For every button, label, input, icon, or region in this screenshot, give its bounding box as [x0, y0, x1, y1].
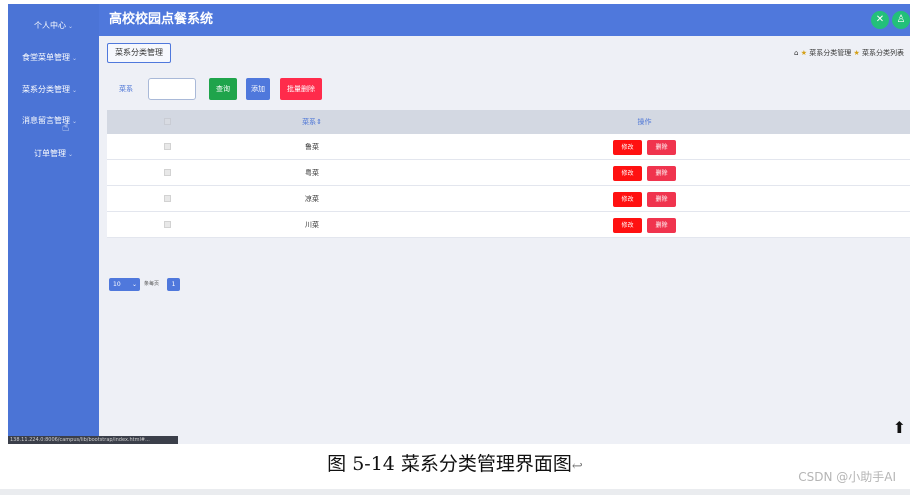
cuisine-name: 鲁菜: [305, 143, 319, 151]
sidebar-item-canteen-menu[interactable]: 食堂菜单管理 ⌄: [8, 50, 99, 66]
chevron-down-icon: ⌄: [67, 23, 74, 30]
return-mark: ↩: [571, 459, 583, 474]
column-header-cuisine[interactable]: 菜系⇕: [272, 110, 352, 134]
search-label: 菜系: [119, 85, 133, 93]
tab-cuisine-category[interactable]: 菜系分类管理: [107, 43, 171, 63]
select-all-checkbox[interactable]: [164, 118, 171, 125]
edit-button[interactable]: 修改: [613, 218, 642, 233]
chevron-down-icon: ⌄: [131, 281, 137, 288]
bottom-strip: [0, 489, 910, 495]
star-icon: ★: [800, 49, 808, 57]
app-title: 高校校园点餐系统: [109, 12, 214, 27]
sidebar-item-message[interactable]: 消息留言管理 ⌄: [8, 113, 99, 129]
page-1-button[interactable]: 1: [167, 278, 180, 291]
breadcrumb-item: 菜系分类列表: [862, 49, 904, 57]
caption-text: 图 5-14 菜系分类管理界面图: [327, 453, 572, 475]
delete-button[interactable]: 删除: [647, 192, 676, 207]
sidebar-item-personal-center[interactable]: 个人中心 ⌄: [8, 18, 99, 34]
batch-delete-button[interactable]: 批量删除: [280, 78, 322, 100]
app-window: 个人中心 ⌄ 食堂菜单管理 ⌄ 菜系分类管理 ⌄ 消息留言管理 ⌄ 订单管理 ⌄ ☝ 13…: [8, 4, 910, 444]
breadcrumb: ⌂ ★ 菜系分类管理 ★ 菜系分类列表: [794, 48, 904, 58]
table-header: 菜系⇕ 操作: [107, 110, 910, 134]
close-icon[interactable]: ✕: [871, 11, 889, 29]
star-icon: ★: [853, 49, 860, 57]
row-checkbox[interactable]: [164, 195, 171, 202]
figure-caption: 图 5-14 菜系分类管理界面图↩: [0, 452, 910, 479]
breadcrumb-item[interactable]: 菜系分类管理: [809, 49, 851, 57]
page-size-value: 10: [113, 281, 121, 288]
edit-button[interactable]: 修改: [613, 166, 642, 181]
sidebar-item-label: 订单管理: [33, 149, 66, 158]
user-icon[interactable]: ♙: [892, 11, 910, 29]
delete-button[interactable]: 删除: [647, 140, 676, 155]
sidebar-item-cuisine-category[interactable]: 菜系分类管理 ⌄: [8, 82, 99, 98]
table-row: 鲁菜 修改 删除: [107, 134, 910, 160]
sidebar-item-label: 菜系分类管理: [22, 85, 70, 94]
row-checkbox[interactable]: [164, 143, 171, 150]
page-size-select[interactable]: 10 ⌄: [109, 278, 140, 291]
row-checkbox[interactable]: [164, 169, 171, 176]
back-to-top-icon[interactable]: ⬆: [893, 420, 906, 436]
sidebar-item-orders[interactable]: 订单管理 ⌄: [8, 146, 99, 162]
edit-button[interactable]: 修改: [613, 192, 642, 207]
chevron-down-icon: ⌄: [72, 118, 78, 125]
delete-button[interactable]: 删除: [647, 218, 676, 233]
table-row: 凉菜 修改 删除: [107, 186, 910, 212]
column-header-label: 菜系: [302, 118, 317, 126]
sidebar: 个人中心 ⌄ 食堂菜单管理 ⌄ 菜系分类管理 ⌄ 消息留言管理 ⌄ 订单管理 ⌄ ☝ 13…: [8, 4, 178, 444]
query-button[interactable]: 查询: [209, 78, 237, 100]
sidebar-item-label: 食堂菜单管理: [22, 53, 70, 62]
per-page-label: 条每页: [144, 281, 160, 287]
search-input[interactable]: [148, 78, 196, 100]
hand-cursor-icon: ☝: [62, 120, 70, 134]
table-row: 粤菜 修改 删除: [107, 160, 910, 186]
main-content: 菜系分类管理 ⌂ ★ 菜系分类管理 ★ 菜系分类列表 菜系 查询 添加 批量删除…: [99, 36, 910, 444]
delete-button[interactable]: 删除: [647, 166, 676, 181]
cuisine-name: 粤菜: [305, 169, 319, 177]
column-header-actions: 操作: [637, 118, 652, 126]
sort-icon: ⇕: [316, 118, 322, 126]
home-icon[interactable]: ⌂: [794, 49, 798, 57]
cuisine-name: 凉菜: [305, 195, 319, 203]
chevron-down-icon: ⌄: [67, 151, 74, 158]
cuisine-name: 川菜: [305, 221, 319, 229]
edit-button[interactable]: 修改: [613, 140, 642, 155]
add-button[interactable]: 添加: [246, 78, 270, 100]
watermark: CSDN @小助手AI: [798, 470, 896, 484]
row-checkbox[interactable]: [164, 221, 171, 228]
chevron-down-icon: ⌄: [72, 87, 78, 94]
header-bar: 高校校园点餐系统 ✕ ♙: [99, 4, 910, 36]
chevron-down-icon: ⌄: [72, 55, 78, 62]
sidebar-item-label: 个人中心: [33, 21, 66, 30]
table-row: 川菜 修改 删除: [107, 212, 910, 238]
